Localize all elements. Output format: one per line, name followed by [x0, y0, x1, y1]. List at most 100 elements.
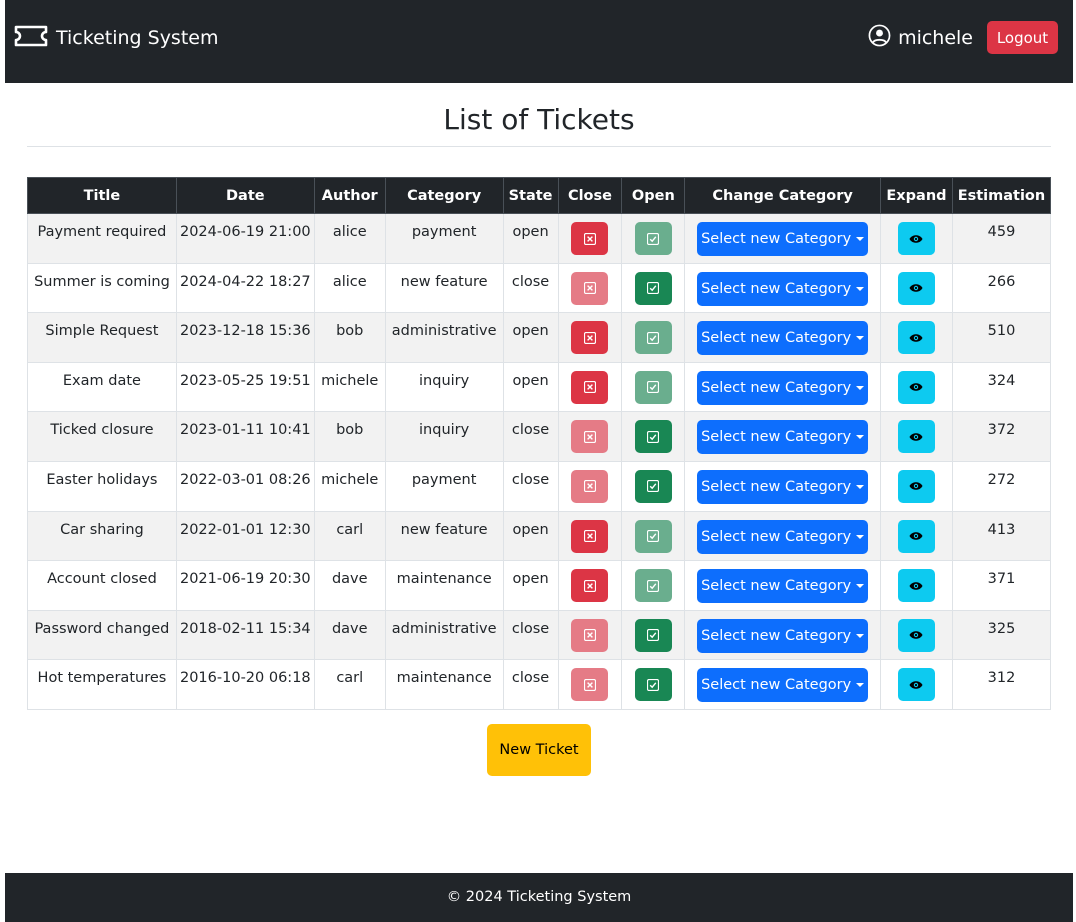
close-ticket-button[interactable] — [571, 222, 609, 255]
cell-estimation: 371 — [951, 560, 1052, 611]
expand-ticket-button[interactable] — [897, 668, 935, 702]
close-ticket-button[interactable] — [571, 668, 609, 702]
cell-title: Account closed — [27, 560, 177, 611]
brand[interactable]: Ticketing System — [13, 24, 218, 52]
open-ticket-button[interactable] — [634, 569, 672, 603]
cell-title: Payment required — [27, 213, 177, 264]
table-row: Exam date 2023-05-25 19:51 michele inquiry o… — [27, 361, 1052, 413]
table-row: Simple Request 2023-12-18 15:36 bob adminis… — [27, 312, 1052, 363]
table-row: Hot temperatures 2016-10-20 06:18 carl main… — [27, 659, 1052, 710]
close-ticket-button[interactable] — [571, 370, 609, 404]
cell-state: open — [502, 312, 559, 363]
select-category-dropdown[interactable]: Select new Category — [697, 370, 869, 405]
select-category-label: Select new Category — [701, 528, 852, 545]
open-ticket-button[interactable] — [634, 370, 672, 404]
close-ticket-button[interactable] — [571, 420, 609, 454]
caret-down-icon — [856, 633, 865, 638]
cell-category: new feature — [384, 262, 504, 314]
select-category-dropdown[interactable]: Select new Category — [697, 618, 869, 653]
cell-author: alice — [313, 262, 386, 314]
expand-ticket-button[interactable] — [897, 420, 935, 454]
cell-title: Exam date — [27, 361, 177, 413]
expand-ticket-button[interactable] — [897, 321, 935, 355]
cell-date: 2024-06-19 21:00 — [175, 213, 315, 264]
table-row: Easter holidays 2022-03-01 08:26 michele pa… — [27, 460, 1052, 512]
cell-change-category: Select new Category — [684, 411, 881, 462]
open-ticket-button[interactable] — [634, 271, 672, 305]
cell-estimation: 312 — [951, 659, 1052, 710]
cell-estimation: 459 — [951, 213, 1052, 264]
select-category-dropdown[interactable]: Select new Category — [697, 420, 869, 455]
cell-title: Summer is coming — [27, 262, 177, 314]
cell-date: 2022-03-01 08:26 — [175, 460, 315, 512]
cell-open — [621, 460, 686, 512]
open-ticket-button[interactable] — [634, 321, 672, 355]
select-category-dropdown[interactable]: Select new Category — [697, 469, 869, 504]
cell-open — [621, 312, 686, 363]
cell-estimation: 510 — [951, 312, 1052, 363]
cell-category: administrative — [384, 609, 504, 661]
select-category-dropdown[interactable]: Select new Category — [697, 271, 869, 306]
table-row: Summer is coming 2024-04-22 18:27 alice new… — [27, 262, 1052, 314]
header-date: Date — [175, 177, 315, 214]
cell-expand — [880, 659, 953, 710]
select-category-label: Select new Category — [701, 330, 852, 347]
close-ticket-button[interactable] — [571, 469, 609, 503]
expand-ticket-button[interactable] — [897, 222, 935, 255]
caret-down-icon — [856, 336, 865, 341]
cell-date: 2018-02-11 15:34 — [175, 609, 315, 661]
expand-ticket-button[interactable] — [897, 519, 935, 553]
close-ticket-button[interactable] — [571, 569, 609, 603]
expand-ticket-button[interactable] — [897, 569, 935, 603]
close-ticket-button[interactable] — [571, 519, 609, 553]
expand-ticket-button[interactable] — [897, 469, 935, 503]
close-ticket-button[interactable] — [571, 321, 609, 355]
cell-date: 2021-06-19 20:30 — [175, 560, 315, 611]
cell-estimation: 272 — [951, 460, 1052, 512]
cell-category: inquiry — [384, 411, 504, 462]
caret-down-icon — [856, 584, 865, 589]
select-category-dropdown[interactable]: Select new Category — [697, 321, 869, 356]
cell-category: maintenance — [384, 560, 504, 611]
cell-state: open — [502, 560, 559, 611]
header-state: State — [502, 177, 559, 214]
caret-down-icon — [856, 435, 865, 440]
cell-expand — [880, 213, 953, 264]
cell-estimation: 324 — [951, 361, 1052, 413]
footer-text: © 2024 Ticketing System — [446, 889, 632, 905]
cell-estimation: 266 — [951, 262, 1052, 314]
cell-author: dave — [313, 609, 386, 661]
cell-author: alice — [313, 213, 386, 264]
close-ticket-button[interactable] — [571, 618, 609, 652]
tickets-table-body: Payment required 2024-06-19 21:00 alice pay… — [27, 213, 1052, 710]
open-ticket-button[interactable] — [634, 618, 672, 652]
select-category-dropdown[interactable]: Select new Category — [697, 222, 869, 256]
select-category-dropdown[interactable]: Select new Category — [697, 519, 869, 554]
cell-state: close — [502, 659, 559, 710]
header-author: Author — [313, 177, 386, 214]
cell-close — [557, 411, 623, 462]
cell-date: 2023-12-18 15:36 — [175, 312, 315, 363]
close-ticket-button[interactable] — [571, 271, 609, 305]
select-category-dropdown[interactable]: Select new Category — [697, 569, 869, 604]
open-ticket-button[interactable] — [634, 222, 672, 255]
cell-open — [621, 560, 686, 611]
open-ticket-button[interactable] — [634, 420, 672, 454]
new-ticket-button[interactable]: New Ticket — [487, 724, 591, 776]
cell-estimation: 372 — [951, 411, 1052, 462]
select-category-dropdown[interactable]: Select new Category — [697, 668, 869, 703]
logout-button[interactable]: Logout — [987, 21, 1058, 54]
expand-ticket-button[interactable] — [897, 370, 935, 404]
cell-close — [557, 361, 623, 413]
cell-close — [557, 262, 623, 314]
table-row: Payment required 2024-06-19 21:00 alice pay… — [27, 213, 1052, 264]
expand-ticket-button[interactable] — [897, 618, 935, 652]
caret-down-icon — [856, 237, 865, 241]
cell-change-category: Select new Category — [684, 510, 881, 562]
cell-category: payment — [384, 213, 504, 264]
cell-expand — [880, 510, 953, 562]
open-ticket-button[interactable] — [634, 469, 672, 503]
open-ticket-button[interactable] — [634, 668, 672, 702]
expand-ticket-button[interactable] — [897, 271, 935, 305]
open-ticket-button[interactable] — [634, 519, 672, 553]
